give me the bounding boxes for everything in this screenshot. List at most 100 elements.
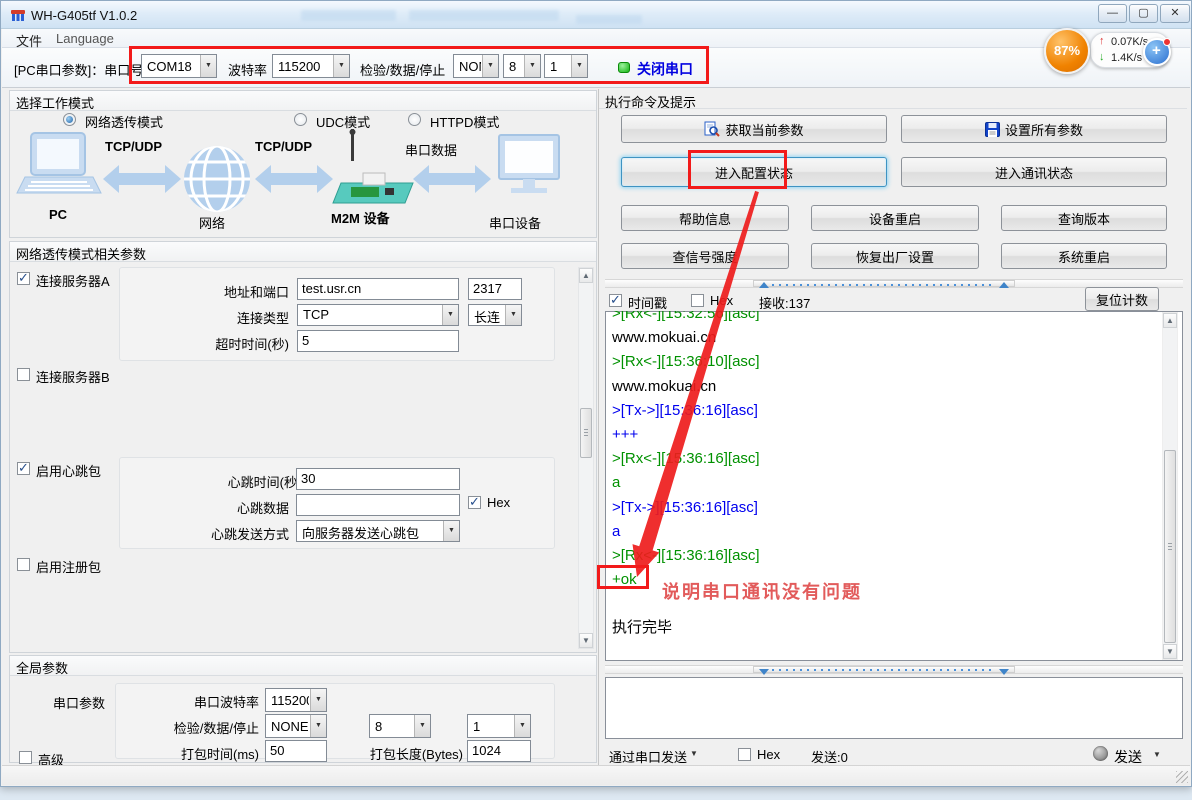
radio-udc-mode[interactable] — [294, 113, 307, 126]
m2m-device-icon — [333, 129, 413, 203]
sent-count: 发送:0 — [811, 747, 848, 766]
link3-label: 串口数据 — [405, 140, 457, 159]
g-databits-select[interactable]: 8 ▼ — [369, 714, 431, 738]
scroll-down-icon[interactable]: ▼ — [579, 633, 593, 648]
window-title: WH-G405tf V1.0.2 — [31, 8, 137, 23]
chevron-down-icon[interactable]: ▼ — [310, 689, 326, 711]
collapse-up-icon[interactable] — [999, 282, 1009, 288]
device-reboot-label: 设备重启 — [869, 209, 921, 228]
send-textarea[interactable] — [605, 677, 1183, 739]
g-parity-select[interactable]: NONE ▼ — [265, 714, 327, 738]
log-scrollbar[interactable]: ▲ ▼ — [1162, 312, 1178, 660]
scroll-up-icon[interactable]: ▲ — [1163, 313, 1177, 328]
send-hex-label: Hex — [757, 747, 780, 762]
enter-comm-button[interactable]: 进入通讯状态 — [901, 157, 1167, 187]
scrollbar-thumb[interactable] — [580, 408, 592, 458]
log-hex-checkbox[interactable] — [691, 294, 704, 307]
net-caption: 网络 — [199, 213, 225, 232]
device-reboot-button[interactable]: 设备重启 — [811, 205, 979, 231]
g-baud-select[interactable]: 115200 ▼ — [265, 688, 327, 712]
advanced-checkbox[interactable] — [19, 751, 32, 764]
chevron-down-icon[interactable]: ▼ — [514, 715, 530, 737]
hb-mode-select[interactable]: 向服务器发送心跳包 ▼ — [296, 520, 460, 542]
timestamp-label: 时间戳 — [628, 293, 667, 312]
conn-type-select[interactable]: TCP ▼ — [297, 304, 459, 326]
radio-net-passthrough[interactable] — [63, 113, 76, 126]
chevron-down-icon[interactable]: ▼ — [690, 749, 698, 758]
send-button[interactable]: 发送 — [1114, 747, 1142, 767]
set-params-button[interactable]: 设置所有参数 — [901, 115, 1167, 143]
scrollbar-thumb[interactable] — [1164, 450, 1176, 643]
memory-ball-icon[interactable]: 87% — [1044, 28, 1090, 74]
chevron-down-icon[interactable]: ▼ — [1153, 750, 1161, 759]
addr-input[interactable]: test.usr.cn — [297, 278, 459, 300]
get-params-button[interactable]: 获取当前参数 — [621, 115, 887, 143]
pack-len-input[interactable]: 1024 — [467, 740, 531, 762]
minimize-button[interactable]: — — [1098, 4, 1127, 23]
left-scrollbar[interactable]: ▲ ▼ — [578, 267, 594, 649]
collapse-down-icon[interactable] — [759, 669, 769, 675]
server-b-checkbox[interactable] — [17, 368, 30, 381]
reset-count-button[interactable]: 复位计数 — [1085, 287, 1159, 311]
log-line: a — [612, 520, 1152, 544]
redacted-text — [301, 10, 396, 21]
g-stopbits-select[interactable]: 1 ▼ — [467, 714, 531, 738]
timestamp-checkbox[interactable] — [609, 294, 622, 307]
splitter-handle[interactable] — [753, 666, 1015, 673]
radio-httpd-mode[interactable] — [408, 113, 421, 126]
arrow-icon — [255, 165, 333, 193]
scroll-down-icon[interactable]: ▼ — [1163, 644, 1177, 659]
help-button[interactable]: 帮助信息 — [621, 205, 789, 231]
close-button[interactable]: ✕ — [1160, 4, 1190, 23]
search-doc-icon — [704, 121, 720, 137]
hb-hex-checkbox[interactable] — [468, 496, 481, 509]
system-reboot-button[interactable]: 系统重启 — [1001, 243, 1167, 269]
accelerator-ball-icon[interactable]: + — [1143, 38, 1171, 66]
maximize-button[interactable]: ▢ — [1129, 4, 1158, 23]
resize-grip[interactable] — [1176, 771, 1188, 783]
hb-time-input[interactable]: 30 — [296, 468, 460, 490]
pack-time-label: 打包时间(ms) — [161, 744, 259, 763]
splitter-bottom[interactable] — [605, 665, 1183, 674]
query-signal-button[interactable]: 查信号强度 — [621, 243, 789, 269]
annotation-note: 说明串口通讯没有问题 — [662, 578, 862, 604]
send-hex-checkbox[interactable] — [738, 748, 751, 761]
chevron-down-icon[interactable]: ▼ — [442, 305, 458, 325]
chevron-down-icon[interactable]: ▼ — [414, 715, 430, 737]
annotation-rect-config — [688, 150, 787, 189]
log-hex-label: Hex — [710, 293, 733, 308]
panel-divider[interactable] — [598, 89, 599, 765]
hb-mode-label: 心跳发送方式 — [129, 524, 289, 543]
log-line: >[Tx->][15:36:16][asc] — [612, 399, 1152, 423]
scroll-up-icon[interactable]: ▲ — [579, 268, 593, 283]
log-line: www.mokuai.cn — [612, 375, 1152, 399]
register-checkbox[interactable] — [17, 558, 30, 571]
keepalive-select[interactable]: 长连 ▼ — [468, 304, 522, 326]
serial-prefix-label: [PC串口参数]：串口号 — [14, 60, 143, 79]
m2m-caption: M2M 设备 — [331, 208, 390, 227]
g-parity-value: NONE — [271, 719, 309, 734]
menu-language[interactable]: Language — [56, 31, 114, 46]
global-params-header: 全局参数 — [10, 656, 596, 676]
server-a-checkbox[interactable] — [17, 272, 30, 285]
collapse-down-icon[interactable] — [999, 669, 1009, 675]
splitter-dots — [772, 284, 996, 286]
collapse-up-icon[interactable] — [759, 282, 769, 288]
g-pds-label: 检验/数据/停止 — [141, 718, 259, 737]
factory-reset-button[interactable]: 恢复出厂设置 — [811, 243, 979, 269]
chevron-down-icon[interactable]: ▼ — [443, 521, 459, 541]
port-input[interactable]: 2317 — [468, 278, 522, 300]
serial-params-label: 串口参数 — [53, 693, 105, 712]
heartbeat-checkbox[interactable] — [17, 462, 30, 475]
query-version-button[interactable]: 查询版本 — [1001, 205, 1167, 231]
send-via-serial-dropdown[interactable]: 通过串口发送 — [609, 747, 687, 766]
query-version-label: 查询版本 — [1058, 209, 1110, 228]
hb-data-input[interactable] — [296, 494, 460, 516]
splitter-handle[interactable] — [753, 280, 1015, 287]
pack-time-input[interactable]: 50 — [265, 740, 327, 762]
timeout-input[interactable]: 5 — [297, 330, 459, 352]
memory-percent: 87% — [1054, 43, 1080, 58]
factory-reset-label: 恢复出厂设置 — [856, 247, 934, 266]
chevron-down-icon[interactable]: ▼ — [310, 715, 326, 737]
chevron-down-icon[interactable]: ▼ — [505, 305, 521, 325]
